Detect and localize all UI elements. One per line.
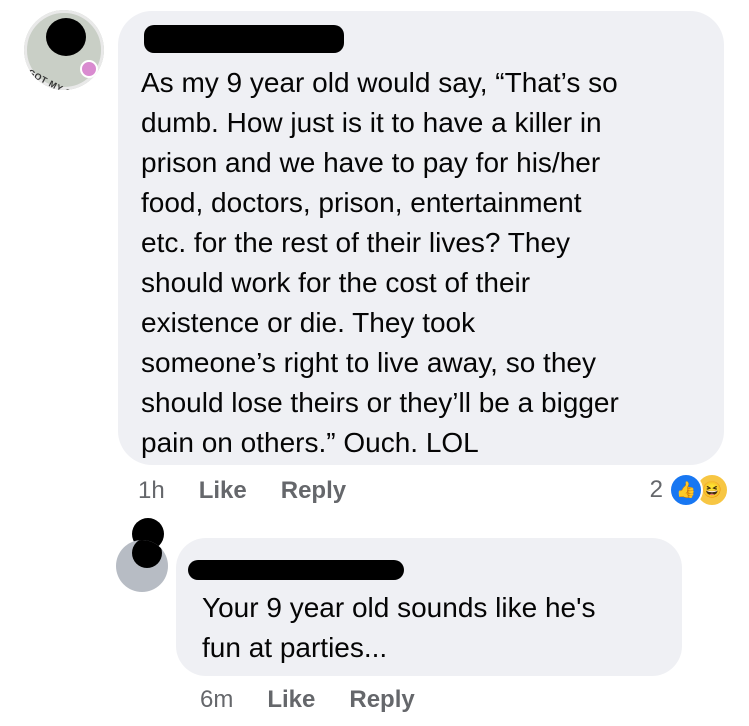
redaction-blob (132, 540, 162, 568)
comment-timestamp[interactable]: 1h (138, 477, 165, 505)
like-button[interactable]: Like (267, 686, 315, 714)
comment-text: As my 9 year old would say, “That’s so d… (141, 67, 619, 458)
commenter-avatar[interactable]: GOT MY COVID-19 VACCINE (24, 10, 104, 90)
reply-text: Your 9 year old sounds like he's fun at … (202, 592, 596, 663)
reply-actions: 6m Like Reply (200, 686, 449, 714)
comment-bubble: As my 9 year old would say, “That’s so d… (118, 11, 724, 465)
reply-button[interactable]: Reply (281, 477, 346, 505)
replier-avatar[interactable] (116, 540, 168, 592)
commenter-name-redacted[interactable] (144, 25, 344, 53)
like-button[interactable]: Like (199, 477, 247, 505)
comment-actions: 1h Like Reply (138, 477, 380, 505)
heart-badge-icon (80, 60, 98, 78)
reaction-summary[interactable]: 2 👍 😆 (650, 473, 729, 507)
reply-bubble: Your 9 year old sounds like he's fun at … (176, 538, 682, 676)
reaction-count: 2 (649, 476, 663, 503)
reply-button[interactable]: Reply (349, 686, 414, 714)
like-icon: 👍 (669, 473, 703, 507)
replier-name-redacted[interactable] (188, 560, 404, 580)
reply-timestamp[interactable]: 6m (200, 686, 233, 714)
